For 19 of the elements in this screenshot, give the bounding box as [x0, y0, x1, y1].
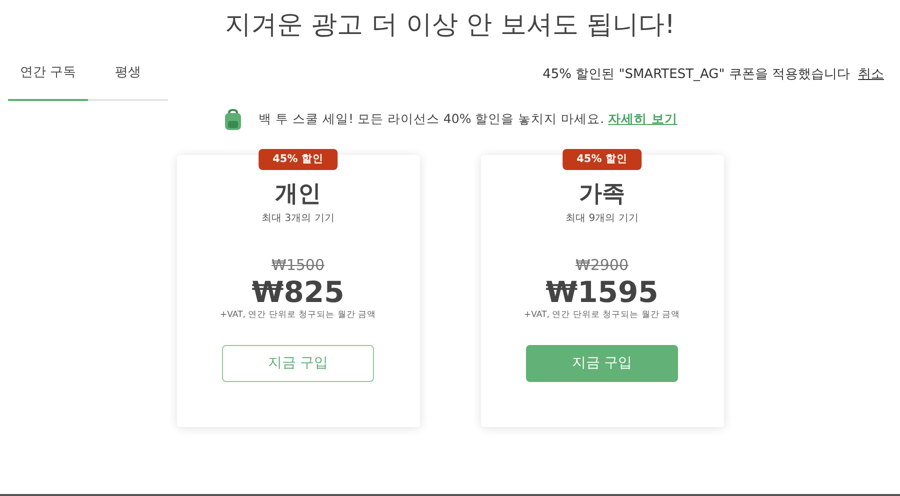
discount-badge: 45% 할인: [562, 148, 642, 170]
original-price: ₩2900: [574, 255, 630, 276]
price-note: +VAT, 연간 단위로 청구되는 월간 금액: [219, 308, 377, 322]
device-limit: 최대 9개의 기기: [564, 212, 640, 226]
tab[interactable]: 평생: [88, 49, 168, 101]
backpack-icon: [222, 108, 243, 131]
tab[interactable]: 연간 구독: [8, 49, 88, 101]
price-note: +VAT, 연간 단위로 청구되는 월간 금액: [523, 308, 681, 322]
promo-message: 백 투 스쿨 세일! 모든 라이선스 40% 할인을 놓치지 마세요.: [258, 111, 604, 126]
plan-name: 개인: [274, 180, 322, 209]
plan-price: ₩825: [250, 276, 346, 309]
page-heading: 지겨운 광고 더 이상 안 보셔도 됩니다!: [224, 9, 676, 42]
discount-badge: 45% 할인: [258, 148, 338, 170]
cancel-link[interactable]: 취소: [858, 65, 884, 85]
coupon-message: 45% 할인된 "SMARTEST_AG" 쿠폰을 적용했습니다: [542, 66, 850, 84]
original-price: ₩1500: [270, 255, 326, 276]
plan-name: 가족: [578, 180, 626, 209]
device-limit: 최대 3개의 기기: [260, 212, 336, 226]
plan-price: ₩1595: [544, 276, 660, 309]
